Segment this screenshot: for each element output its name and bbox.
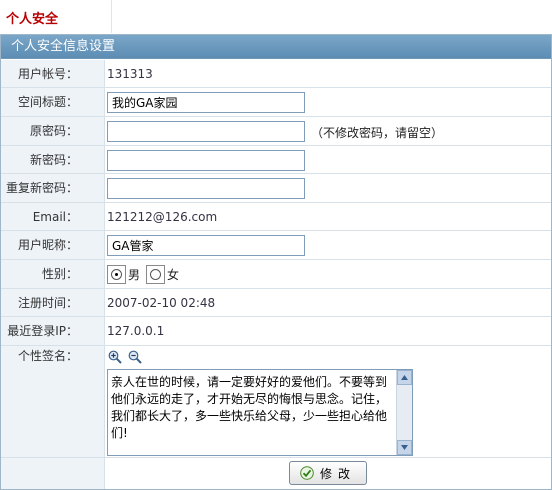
account-label: 用户帐号： — [1, 60, 105, 87]
new-password-label: 新密码： — [1, 146, 105, 173]
male-label: 男 — [128, 268, 141, 282]
gender-label: 性别： — [1, 260, 105, 288]
account-row: 用户帐号： 131313 — [1, 60, 551, 88]
security-panel: 个人安全信息设置 用户帐号： 131313 空间标题： 原密码： （不修改密码，… — [0, 34, 552, 490]
panel-title: 个人安全信息设置 — [1, 35, 551, 59]
email-label: Email： — [1, 203, 105, 230]
signature-row: 个性签名： 亲人在世的时候，请一定要好好的爱他们。不要等到他们永远的走了，才开始… — [1, 346, 551, 458]
email-value: 121212@126.com — [107, 210, 218, 224]
repeat-password-row: 重复新密码： — [1, 174, 551, 203]
male-radio[interactable] — [107, 265, 126, 284]
scroll-up-icon[interactable] — [397, 370, 412, 385]
top-strip — [112, 0, 552, 33]
signature-scrollbar[interactable] — [396, 370, 412, 455]
register-time-label: 注册时间： — [1, 289, 105, 316]
nickname-label: 用户昵称： — [1, 231, 105, 259]
last-login-ip-value: 127.0.0.1 — [107, 324, 165, 338]
old-password-row: 原密码： （不修改密码，请留空） — [1, 117, 551, 146]
signature-label: 个性签名： — [1, 346, 105, 457]
new-password-input[interactable] — [107, 150, 305, 171]
tab-title: 个人安全 — [6, 12, 59, 27]
signature-textarea[interactable]: 亲人在世的时候，请一定要好好的爱他们。不要等到他们永远的走了，才开始无尽的悔恨与… — [107, 369, 413, 456]
modify-button[interactable]: 修改 — [289, 461, 367, 485]
check-icon — [300, 466, 314, 480]
last-login-ip-row: 最近登录IP： 127.0.0.1 — [1, 317, 551, 346]
scroll-down-icon[interactable] — [397, 440, 412, 455]
repeat-password-input[interactable] — [107, 178, 305, 199]
nickname-row: 用户昵称： — [1, 231, 551, 260]
repeat-password-label: 重复新密码： — [1, 174, 105, 202]
nickname-input[interactable] — [107, 235, 305, 256]
zoom-in-icon[interactable] — [108, 350, 122, 364]
space-title-input[interactable] — [107, 92, 305, 113]
password-hint: （不修改密码，请留空） — [311, 126, 444, 140]
female-radio[interactable] — [146, 265, 165, 284]
signature-text: 亲人在世的时候，请一定要好好的爱他们。不要等到他们永远的走了，才开始无尽的悔恨与… — [111, 375, 388, 440]
gender-male-option[interactable]: 男 — [107, 265, 140, 284]
female-label: 女 — [167, 268, 180, 282]
submit-label-cell — [1, 458, 105, 489]
top-tab[interactable]: 个人安全 — [0, 0, 112, 33]
new-password-row: 新密码： — [1, 146, 551, 174]
register-time-row: 注册时间： 2007-02-10 02:48 — [1, 289, 551, 317]
last-login-ip-label: 最近登录IP： — [1, 317, 105, 345]
modify-button-label: 修改 — [319, 466, 356, 481]
submit-row: 修改 — [1, 458, 551, 489]
gender-row: 性别： 男 女 — [1, 260, 551, 289]
email-row: Email： 121212@126.com — [1, 203, 551, 231]
register-time-value: 2007-02-10 02:48 — [107, 296, 216, 310]
zoom-out-icon[interactable] — [128, 350, 142, 364]
gender-female-option[interactable]: 女 — [146, 265, 179, 284]
space-title-row: 空间标题： — [1, 88, 551, 117]
old-password-input[interactable] — [107, 121, 305, 142]
old-password-label: 原密码： — [1, 117, 105, 145]
account-value: 131313 — [107, 67, 153, 81]
space-title-label: 空间标题： — [1, 88, 105, 116]
